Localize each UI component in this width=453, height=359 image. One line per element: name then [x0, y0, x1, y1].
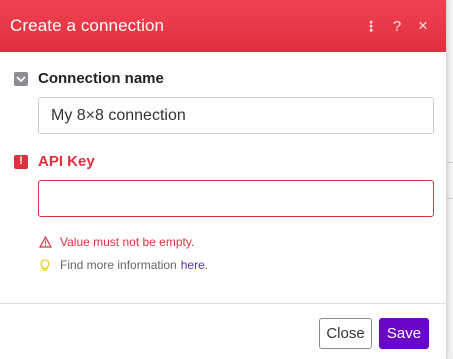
dialog-title: Create a connection	[10, 16, 165, 35]
dialog-header: Create a connection ⋮ ? ×	[0, 0, 446, 52]
more-vert-icon[interactable]: ⋮	[358, 13, 384, 39]
help-icon[interactable]: ?	[384, 13, 410, 39]
create-connection-dialog: Create a connection ⋮ ? × Connection nam…	[0, 0, 447, 359]
api-key-input[interactable]	[38, 180, 434, 217]
dialog-footer: Close Save	[0, 303, 447, 359]
connection-name-label-row: Connection name	[14, 70, 164, 87]
save-button[interactable]: Save	[379, 318, 429, 349]
api-key-info-message: Find more information here.	[38, 258, 208, 272]
warning-icon	[38, 235, 52, 249]
connection-name-input[interactable]	[38, 97, 434, 134]
info-text: Find more information	[60, 258, 177, 272]
api-key-label-row: ! API Key	[14, 153, 95, 170]
close-icon[interactable]: ×	[410, 13, 436, 39]
api-key-label: API Key	[38, 153, 95, 170]
close-button[interactable]: Close	[319, 318, 372, 349]
api-key-error-message: Value must not be empty.	[38, 235, 194, 249]
error-alert-icon: !	[14, 154, 28, 169]
here-link[interactable]: here	[181, 258, 205, 272]
checkbox-collapse-icon[interactable]	[14, 71, 28, 86]
dialog-body: Connection name ! API Key Value must not…	[0, 52, 446, 302]
lightbulb-icon	[38, 258, 52, 272]
connection-name-label: Connection name	[38, 70, 164, 87]
info-suffix: .	[204, 258, 209, 272]
error-text: Value must not be empty.	[60, 235, 195, 249]
